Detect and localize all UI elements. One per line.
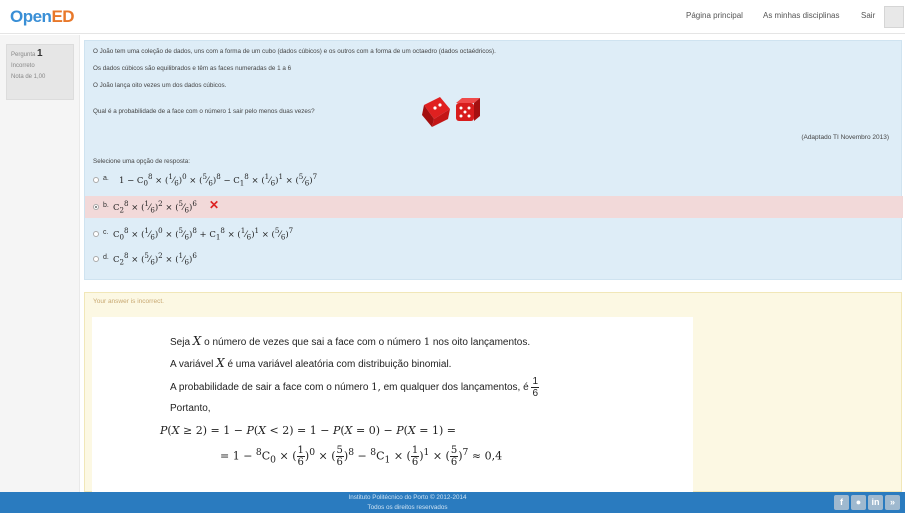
- rss-icon[interactable]: »: [885, 495, 900, 510]
- nav-my-courses-link[interactable]: As minhas disciplinas: [763, 11, 839, 20]
- question-text-line: O João lança oito vezes um dos dados cúb…: [93, 82, 227, 89]
- flickr-icon[interactable]: ●: [851, 495, 866, 510]
- feedback-text-line: Seja X o número de vezes que sai a face …: [170, 334, 531, 348]
- avatar[interactable]: [884, 6, 904, 28]
- option-label: a.: [103, 175, 109, 182]
- feedback-text-line: A variável X é uma variável aleatória co…: [170, 356, 452, 370]
- footer-copyright: Instituto Politécnico do Porto © 2012-20…: [348, 494, 467, 501]
- radio-button[interactable]: [93, 256, 99, 262]
- option-label: d.: [103, 254, 109, 261]
- question-text-line: Os dados cúbicos são equilibrados e têm …: [93, 65, 292, 72]
- footer-rights: Todos os direitos reservados: [367, 504, 448, 511]
- footer: Instituto Politécnico do Porto © 2012-20…: [0, 492, 905, 513]
- facebook-icon[interactable]: f: [834, 495, 849, 510]
- feedback-content: Seja X o número de vezes que sai a face …: [92, 317, 693, 493]
- nav-home-link[interactable]: Página principal: [686, 11, 743, 20]
- radio-button[interactable]: [93, 177, 99, 183]
- answer-option-b[interactable]: b. C28 × (1⁄6)2 × (5⁄6)6 ✕: [85, 196, 903, 218]
- probability-equation: P(X ≥ 2) = 1 − P(X < 2) = 1 − P(X = 0) −…: [160, 424, 456, 437]
- top-bar: OpenED Página principal As minhas discip…: [0, 0, 905, 34]
- left-column: Pergunta 1 Incorreto Nota de 1,00: [0, 35, 80, 492]
- answer-option-a[interactable]: a. 1 − C08 × (1⁄6)0 × (5⁄6)8 − C18 × (1⁄…: [85, 169, 903, 191]
- question-info-box: Pergunta 1 Incorreto Nota de 1,00: [6, 44, 74, 100]
- answer-option-c[interactable]: c. C08 × (1⁄6)0 × (5⁄6)8 + C18 × (1⁄6)1 …: [85, 223, 903, 245]
- option-label: c.: [103, 229, 109, 236]
- feedback-text-line: Portanto,: [170, 403, 211, 414]
- answer-option-d[interactable]: d. C28 × (5⁄6)2 × (1⁄6)6: [85, 248, 903, 270]
- dice-image: [422, 97, 480, 127]
- opened-logo[interactable]: OpenED: [10, 7, 75, 27]
- feedback-text-line: A probabilidade de sair a face com o núm…: [170, 376, 539, 399]
- nav-logout-link[interactable]: Sair: [861, 11, 875, 20]
- feedback-box: Your answer is incorrect. Seja X o númer…: [84, 292, 902, 493]
- question-source: (Adaptado TI Novembro 2013): [801, 134, 889, 141]
- option-formula: C28 × (5⁄6)2 × (1⁄6)6: [113, 251, 197, 267]
- linkedin-icon[interactable]: in: [868, 495, 883, 510]
- radio-button[interactable]: [93, 204, 99, 210]
- option-formula: C28 × (1⁄6)2 × (5⁄6)6: [113, 199, 197, 215]
- option-label: b.: [103, 202, 109, 209]
- question-number: 1: [37, 48, 43, 59]
- question-grade: Nota de 1,00: [11, 74, 46, 80]
- question-text-line: Qual é a probabilidade de a face com o n…: [93, 108, 315, 115]
- option-formula: 1 − C08 × (1⁄6)0 × (5⁄6)8 − C18 × (1⁄6)1…: [119, 172, 318, 188]
- answer-prompt: Selecione uma opção de resposta:: [93, 158, 190, 165]
- feedback-heading: Your answer is incorrect.: [93, 298, 164, 305]
- question-text-line: O João tem uma coleção de dados, uns com…: [93, 48, 496, 55]
- question-box: O João tem uma coleção de dados, uns com…: [84, 40, 903, 280]
- radio-button[interactable]: [93, 231, 99, 237]
- option-formula: C08 × (1⁄6)0 × (5⁄6)8 + C18 × (1⁄6)1 × (…: [113, 226, 294, 242]
- probability-result: = 1 − 8C0 × (1 6)0 × (5 6)8 − 8C1 × (1 6)1 …: [220, 445, 503, 468]
- incorrect-icon: ✕: [209, 198, 220, 212]
- question-state: Incorreto: [11, 63, 35, 69]
- question-label: Pergunta: [11, 52, 36, 58]
